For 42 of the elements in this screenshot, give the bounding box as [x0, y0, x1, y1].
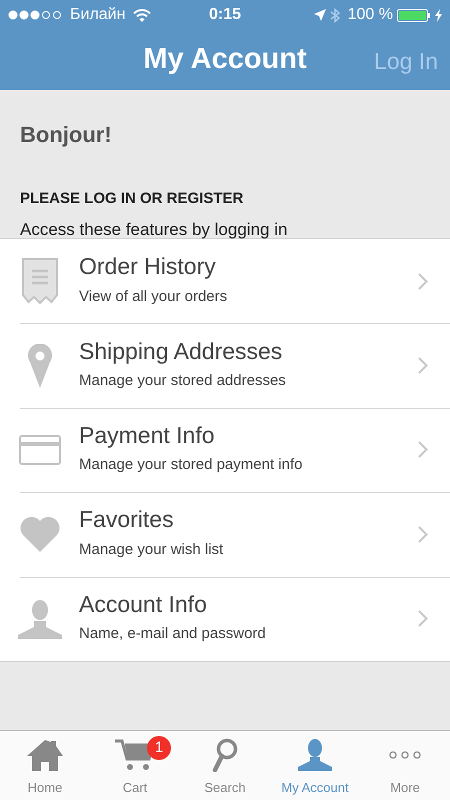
item-subtitle: Manage your stored payment info [79, 455, 302, 476]
status-time: 0:15 [209, 5, 242, 25]
item-subtitle: Manage your wish list [79, 540, 224, 560]
person-icon [18, 598, 62, 639]
item-subtitle: Name, e-mail and password [79, 624, 266, 644]
item-subtitle: View of all your orders [79, 286, 228, 307]
item-title: Order History [79, 254, 217, 280]
count-badge: 1 [147, 736, 171, 760]
chevron-icon [418, 357, 428, 374]
item-title: Favorites [79, 507, 175, 533]
chevron-icon [418, 610, 428, 628]
item-title: Shipping Addresses [79, 338, 284, 364]
prompt-text: Access these features by logging in [20, 218, 288, 240]
tab-item[interactable]: Search [180, 731, 270, 800]
tab-item[interactable]: Cart 1 [90, 731, 180, 800]
location-icon [314, 9, 326, 21]
item-title: Account Info [79, 592, 208, 618]
carrier-name: Билайн [70, 5, 126, 25]
greeting-text: Bonjour! [20, 121, 113, 149]
chevron-icon [418, 526, 428, 543]
battery-icon [397, 8, 431, 22]
search-icon [212, 738, 238, 772]
tab-item[interactable]: More [360, 731, 450, 800]
tab-item[interactable]: Home [0, 731, 90, 800]
chevron-icon [418, 441, 428, 458]
credit-card-icon [18, 434, 60, 465]
prompt-heading: PLEASE LOG IN OR REGISTER [20, 189, 244, 209]
more-icon [389, 751, 421, 759]
chevron-icon [418, 272, 428, 290]
screen-title: My Account [143, 42, 307, 78]
home-icon [26, 739, 64, 771]
tab-item[interactable]: My Account [270, 731, 360, 800]
location-pin-icon [28, 344, 52, 388]
receipt-icon [22, 258, 58, 304]
wifi-icon [133, 8, 152, 22]
item-subtitle: Manage your stored addresses [79, 370, 286, 391]
bluetooth-icon [330, 8, 340, 22]
charging-icon [435, 8, 442, 22]
item-title: Payment Info [79, 423, 216, 448]
person-icon [298, 739, 332, 771]
battery-percent: 100 % [348, 5, 393, 25]
heart-icon [20, 516, 60, 552]
